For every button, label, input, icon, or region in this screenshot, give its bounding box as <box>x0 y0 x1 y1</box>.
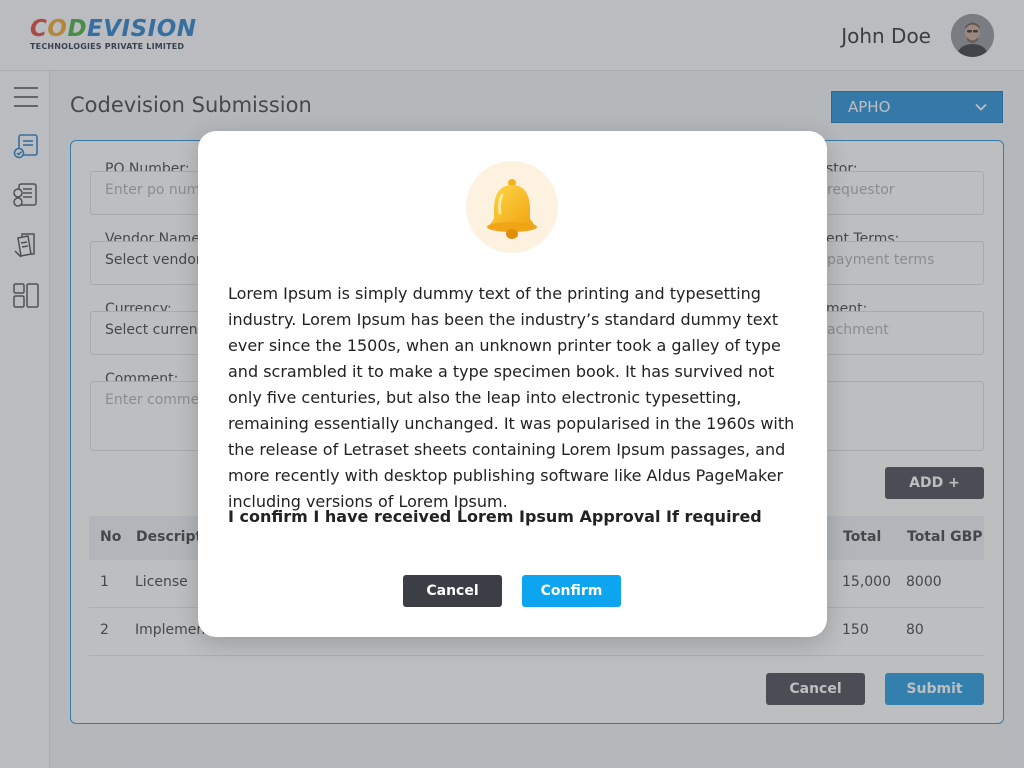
dialog-confirm-button[interactable]: Confirm <box>522 575 621 607</box>
dialog-cancel-button[interactable]: Cancel <box>403 575 502 607</box>
dialog-message: Lorem Ipsum is simply dummy text of the … <box>228 284 795 511</box>
bell-icon <box>466 161 558 253</box>
confirmation-dialog: Lorem Ipsum is simply dummy text of the … <box>198 131 827 637</box>
dialog-confirm-statement: I confirm I have received Lorem Ipsum Ap… <box>228 507 762 526</box>
